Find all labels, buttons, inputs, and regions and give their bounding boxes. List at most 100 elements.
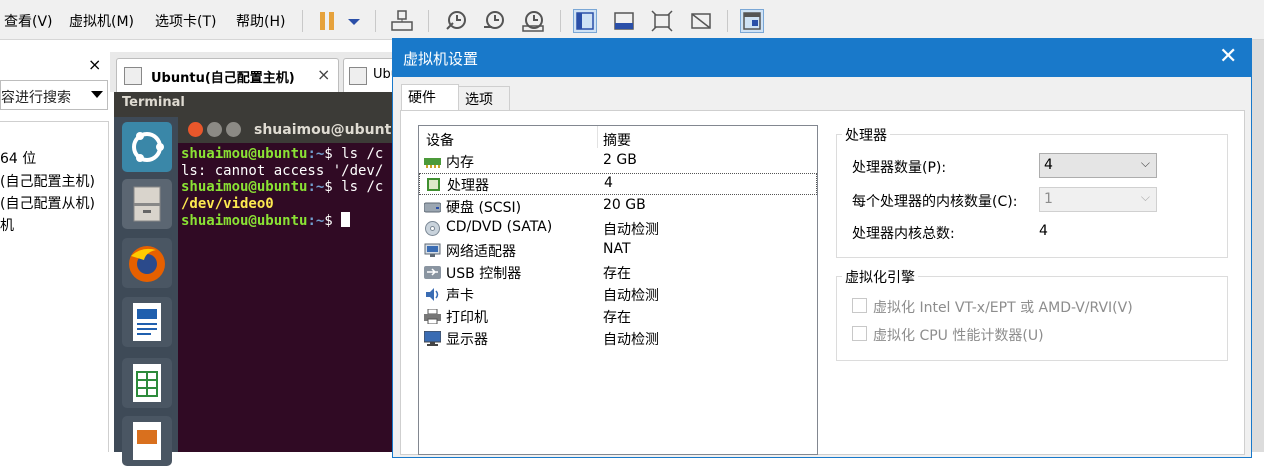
chevron-down-icon[interactable]	[342, 9, 366, 33]
command-output: ls: cannot access '/dev/	[181, 162, 384, 179]
processor-icon	[427, 178, 440, 191]
device-row-display[interactable]: 显示器 自动检测	[419, 328, 817, 350]
terminal-title: shuaimou@ubuntu:	[254, 122, 407, 138]
menu-vm[interactable]: 虚拟机(M)	[69, 11, 134, 31]
send-keys-icon[interactable]	[390, 9, 414, 33]
device-name: USB 控制器	[446, 266, 522, 282]
toolbar-separator	[375, 10, 376, 32]
impress-icon[interactable]	[122, 416, 172, 466]
pause-icon[interactable]	[316, 9, 340, 33]
processor-count-label: 处理器数量(P):	[852, 160, 947, 176]
toolbar-separator	[727, 10, 728, 32]
thumbnail-bar-icon[interactable]	[612, 9, 636, 33]
device-row-printer[interactable]: 打印机 存在	[419, 306, 817, 328]
device-name: 网络适配器	[446, 244, 516, 260]
virtualize-cpu-counters-checkbox[interactable]	[852, 326, 867, 341]
search-dropdown-icon[interactable]	[90, 90, 104, 100]
processor-group-title: 处理器	[842, 125, 890, 145]
virtualize-vtx-label: 虚拟化 Intel VT-x/EPT 或 AMD-V/RVI(V)	[873, 300, 1133, 316]
device-row-sound[interactable]: 声卡 自动检测	[419, 284, 817, 306]
unity-mode-icon[interactable]	[689, 9, 713, 33]
cd-dvd-icon	[425, 221, 440, 236]
toolbar-separator	[302, 10, 303, 32]
command: ls /c	[341, 179, 384, 195]
device-column-header[interactable]: 设备	[426, 130, 454, 150]
writer-icon[interactable]	[122, 297, 172, 347]
library-item[interactable]: (自己配置从机)	[0, 193, 95, 213]
device-row-hard-disk[interactable]: 硬盘 (SCSI) 20 GB	[419, 196, 817, 218]
dialog-title: 虚拟机设置	[392, 38, 1252, 77]
device-name: 处理器	[447, 178, 489, 194]
ubuntu-launcher	[114, 117, 178, 466]
tab-close-icon[interactable]: ×	[317, 65, 330, 84]
vm-icon	[349, 67, 367, 85]
device-row-memory[interactable]: 内存 2 GB	[419, 151, 817, 173]
dialog-close-icon[interactable]: ✕	[1219, 44, 1237, 70]
chevron-down-icon: ⌵	[1140, 190, 1150, 204]
terminal-output[interactable]: shuaimou@ubuntu:~$ ls /c ls: cannot acce…	[178, 143, 400, 452]
tab-options[interactable]: 选项	[458, 86, 510, 111]
prompt-end: $	[324, 179, 342, 195]
device-row-usb[interactable]: USB 控制器 存在	[419, 262, 817, 284]
terminal-cursor	[341, 212, 351, 227]
device-summary: NAT	[603, 241, 631, 257]
background-window-edge	[1252, 40, 1264, 452]
library-close-icon[interactable]: ×	[88, 55, 101, 74]
snapshot-manager-icon[interactable]	[521, 9, 545, 33]
device-name: CD/DVD (SATA)	[446, 219, 553, 235]
memory-icon	[424, 158, 441, 168]
menu-tabs[interactable]: 选项卡(T)	[155, 11, 216, 31]
device-name: 硬盘 (SCSI)	[446, 200, 522, 216]
calc-icon[interactable]	[122, 358, 172, 408]
processor-count-select[interactable]: 4 ⌵	[1039, 153, 1157, 178]
device-row-processor[interactable]: 处理器 4	[419, 173, 817, 195]
column-divider	[597, 126, 598, 148]
revert-snapshot-icon[interactable]	[482, 9, 506, 33]
device-summary: 2 GB	[603, 152, 637, 168]
firefox-icon[interactable]	[122, 238, 172, 288]
cores-per-processor-value: 1	[1044, 191, 1053, 207]
display-icon	[424, 331, 441, 346]
prompt-path: :~	[307, 179, 325, 195]
device-summary: 自动检测	[603, 222, 659, 238]
library-item[interactable]: (自己配置主机)	[0, 171, 95, 191]
usb-icon	[424, 266, 441, 279]
show-library-icon[interactable]	[573, 9, 597, 33]
device-row-network[interactable]: 网络适配器 NAT	[419, 240, 817, 262]
device-row-cd-dvd[interactable]: CD/DVD (SATA) 自动检测	[419, 218, 817, 240]
maximize-icon[interactable]	[226, 122, 241, 137]
virtualize-cpu-counters-label: 虚拟化 CPU 性能计数器(U)	[873, 328, 1044, 344]
menu-view[interactable]: 查看(V)	[4, 11, 53, 31]
network-adapter-icon	[424, 243, 441, 257]
ubuntu-logo-icon[interactable]	[122, 122, 172, 172]
vm-icon	[124, 67, 142, 85]
command-output: /dev/video0	[181, 195, 274, 212]
summary-column-header[interactable]: 摘要	[603, 130, 631, 150]
files-icon[interactable]	[122, 179, 172, 229]
prompt-path: :~	[307, 213, 325, 229]
cores-per-processor-select[interactable]: 1 ⌵	[1039, 187, 1157, 212]
device-summary: 4	[604, 175, 613, 191]
library-search-placeholder: 容进行搜索	[1, 90, 71, 106]
prompt-end: $	[324, 213, 342, 229]
library-search-input[interactable]: 容进行搜索	[0, 80, 108, 110]
device-summary: 自动检测	[603, 288, 659, 304]
device-name: 声卡	[446, 288, 474, 304]
minimize-icon[interactable]	[207, 122, 222, 137]
library-item[interactable]: 机	[0, 215, 14, 235]
prompt-end: $	[324, 146, 342, 162]
tab-ubuntu-host[interactable]: Ubuntu(自己配置主机) ×	[116, 58, 339, 92]
console-view-icon[interactable]	[740, 9, 764, 33]
close-icon[interactable]	[188, 122, 203, 137]
library-item[interactable]: 64 位	[0, 148, 36, 168]
virtualize-vtx-checkbox[interactable]	[852, 298, 867, 313]
total-cores-value: 4	[1039, 223, 1048, 239]
menu-help[interactable]: 帮助(H)	[236, 11, 285, 31]
fullscreen-icon[interactable]	[650, 9, 674, 33]
device-name: 显示器	[446, 332, 488, 348]
cores-per-processor-label: 每个处理器的内核数量(C):	[852, 194, 1018, 210]
tab-label: Ubuntu(自己配置主机)	[151, 71, 295, 86]
toolbar-separator	[428, 10, 429, 32]
tab-hardware[interactable]: 硬件	[401, 84, 459, 111]
snapshot-icon[interactable]	[444, 9, 468, 33]
